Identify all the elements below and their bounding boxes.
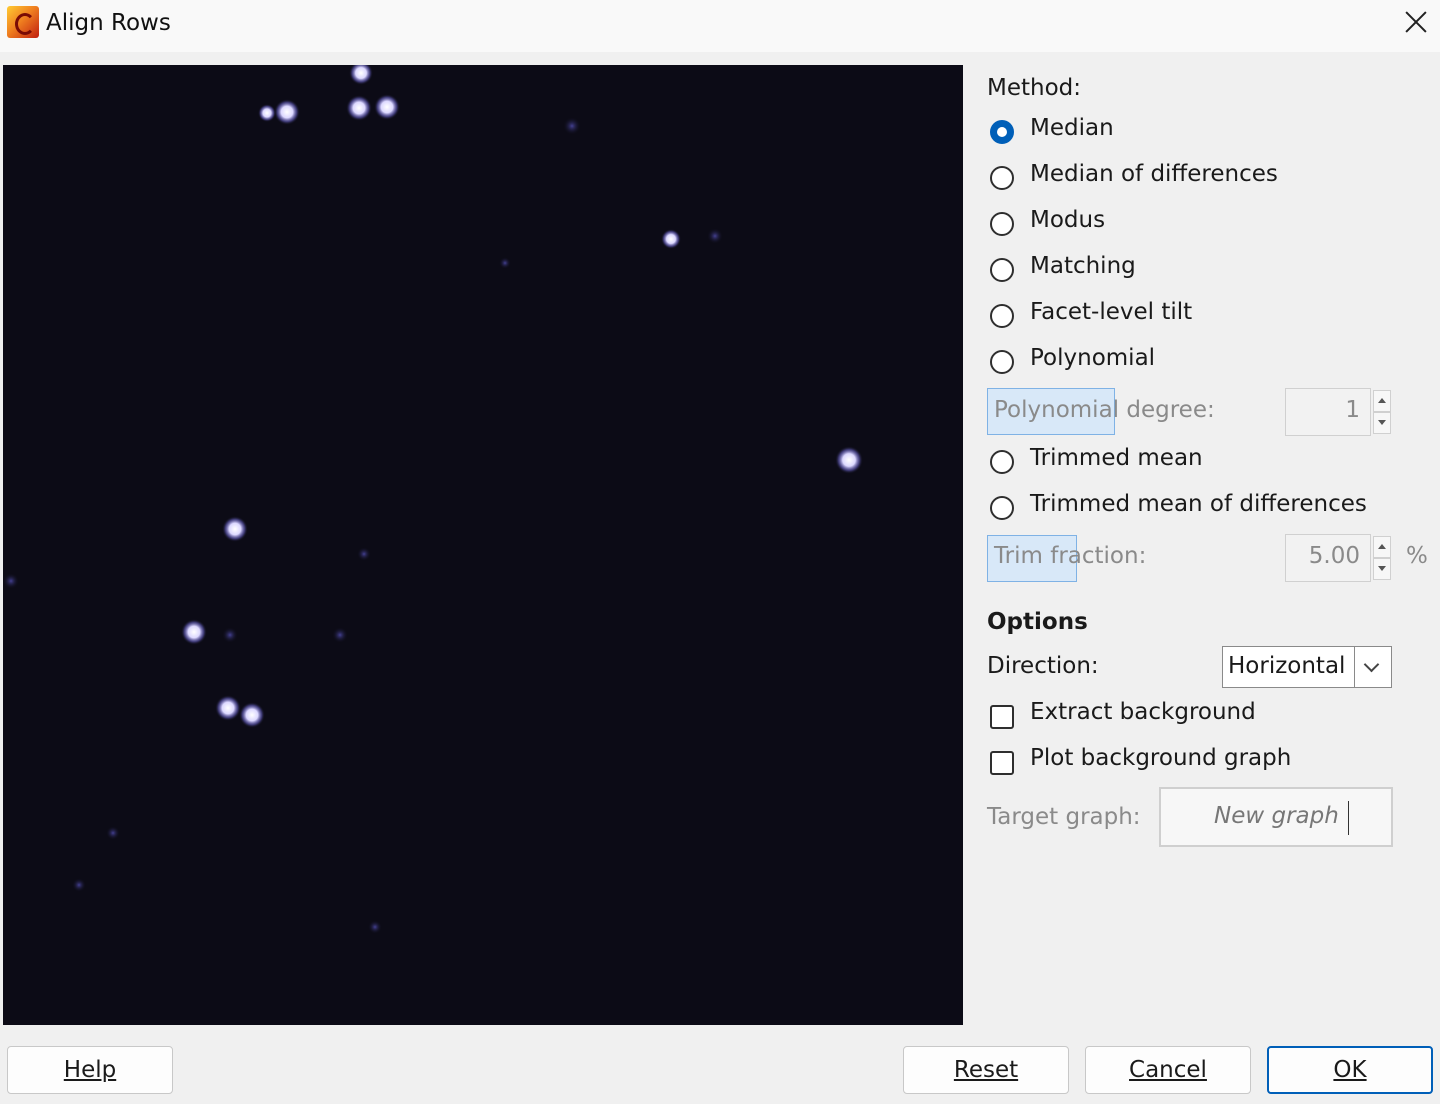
- bright-spot: [661, 229, 681, 249]
- trim-fraction-unit: %: [1406, 543, 1428, 569]
- dim-spot: [72, 878, 86, 892]
- bright-spot: [222, 516, 248, 542]
- bright-spot: [835, 446, 863, 474]
- checkbox[interactable]: [990, 751, 1014, 775]
- dim-spot: [563, 117, 581, 135]
- polynomial-degree-spinner[interactable]: 1: [1285, 388, 1371, 436]
- target-graph-label: Target graph:: [987, 804, 1141, 830]
- spin-down-icon[interactable]: [1373, 412, 1391, 434]
- dim-spot: [106, 826, 120, 840]
- polynomial-degree-label: Polynomial degree:: [994, 397, 1215, 423]
- dim-spot: [707, 228, 723, 244]
- bright-spot: [258, 104, 276, 122]
- preview-image: [3, 65, 963, 1025]
- reset-button[interactable]: Reset: [903, 1046, 1069, 1094]
- bright-spot: [239, 702, 265, 728]
- gwyddion-app-icon: [7, 6, 39, 38]
- bright-spot: [374, 94, 400, 120]
- dim-spot: [332, 627, 348, 643]
- help-button[interactable]: Help: [7, 1046, 173, 1094]
- spin-up-icon[interactable]: [1373, 536, 1391, 558]
- radio-button[interactable]: [990, 450, 1014, 474]
- window-title: Align Rows: [46, 10, 171, 36]
- spin-down-icon[interactable]: [1373, 558, 1391, 580]
- radio-button[interactable]: [990, 496, 1014, 520]
- direction-combobox[interactable]: Horizontal: [1222, 646, 1392, 688]
- target-graph-entry[interactable]: New graph: [1159, 787, 1393, 847]
- radio-button[interactable]: [990, 166, 1014, 190]
- dim-spot: [368, 920, 382, 934]
- radio-button[interactable]: [990, 258, 1014, 282]
- ok-button[interactable]: OK: [1267, 1046, 1433, 1094]
- radio-button[interactable]: [990, 350, 1014, 374]
- trim-fraction-spinner[interactable]: 5.00: [1285, 534, 1371, 582]
- checkbox[interactable]: [990, 705, 1014, 729]
- direction-label: Direction:: [987, 653, 1099, 679]
- chevron-down-icon[interactable]: [1354, 647, 1391, 687]
- data-preview[interactable]: [3, 65, 963, 1025]
- dim-spot: [3, 573, 19, 589]
- dim-spot: [222, 627, 238, 643]
- bright-spot: [274, 99, 300, 125]
- cancel-button[interactable]: Cancel: [1085, 1046, 1251, 1094]
- radio-button-checked[interactable]: [990, 120, 1014, 144]
- bright-spot: [346, 95, 372, 121]
- trim-fraction-label: Trim fraction:: [994, 543, 1147, 569]
- bright-spot: [181, 619, 207, 645]
- dim-spot: [499, 257, 511, 269]
- spin-up-icon[interactable]: [1373, 390, 1391, 412]
- title-bar: Align Rows: [0, 0, 1440, 52]
- dim-spot: [357, 547, 371, 561]
- options-heading: Options: [987, 609, 1088, 635]
- method-label: Method:: [987, 75, 1082, 101]
- bright-spot: [215, 695, 241, 721]
- radio-button[interactable]: [990, 304, 1014, 328]
- close-icon[interactable]: [1398, 4, 1434, 40]
- settings-panel: Method: Median Median of differences Mod…: [965, 60, 1440, 1040]
- radio-button[interactable]: [990, 212, 1014, 236]
- text-caret: [1348, 801, 1349, 835]
